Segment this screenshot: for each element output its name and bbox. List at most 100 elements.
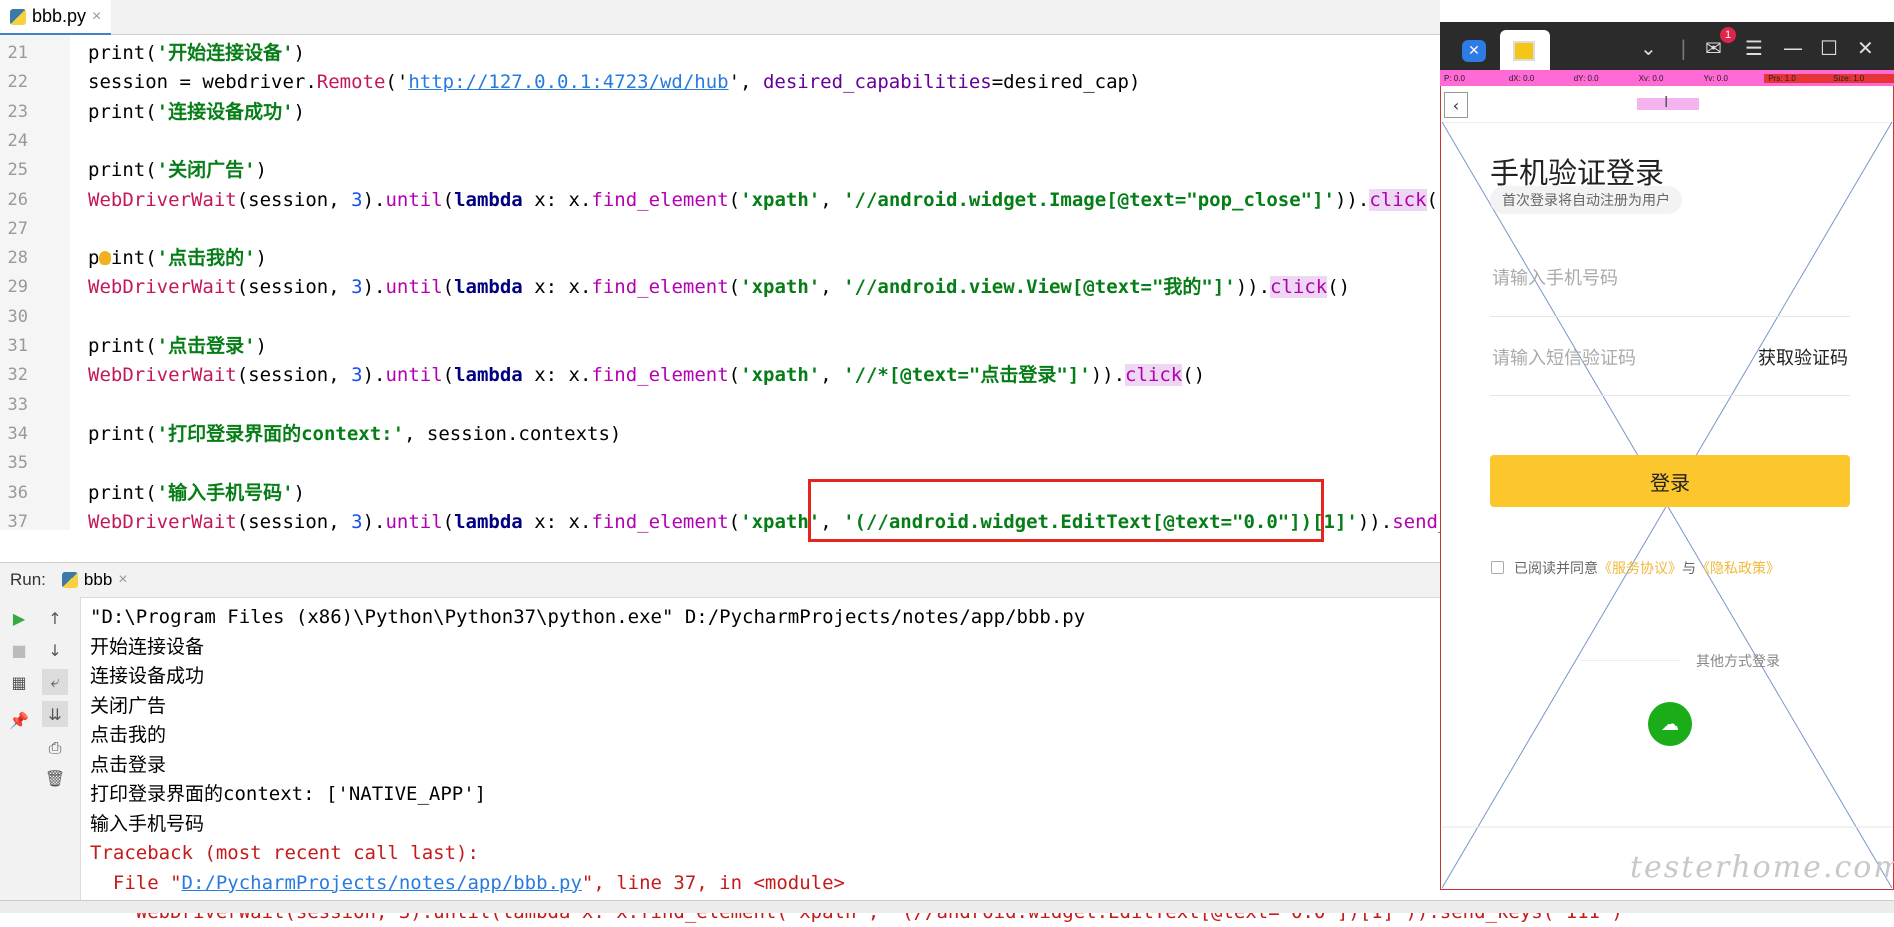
line-number: 33 xyxy=(7,394,28,415)
console-line: 打印登录界面的context: ['NATIVE_APP'] xyxy=(90,783,487,805)
sms-code-input[interactable]: 请输入短信验证码 xyxy=(1492,344,1636,370)
divider xyxy=(1490,395,1850,396)
minimize-icon[interactable]: — xyxy=(1783,36,1803,60)
line-number: 27 xyxy=(7,218,28,239)
console-line: 点击登录 xyxy=(90,753,167,776)
line-number: 34 xyxy=(7,423,28,444)
code-editor[interactable]: print('开始连接设备') session = webdriver.Remot… xyxy=(70,35,1495,533)
phone-number-input[interactable]: 请输入手机号码 xyxy=(1492,264,1618,290)
watermark: testerhome.com xyxy=(1630,850,1894,885)
run-tab-label: bbb xyxy=(83,570,113,589)
close-icon[interactable]: × xyxy=(118,571,127,589)
separator: | xyxy=(1680,36,1687,60)
trash-icon[interactable]: 🗑 xyxy=(42,765,68,791)
code-line[interactable]: print('连接设备成功') xyxy=(88,98,305,127)
line-number: 24 xyxy=(7,130,28,151)
console-error-line: File "D:/PycharmProjects/notes/app/bbb.p… xyxy=(90,871,845,894)
code-line[interactable]: WebDriverWait(session, 3).until(lambda x… xyxy=(88,186,1449,215)
line-number: 28 xyxy=(7,248,28,269)
print-icon[interactable]: ⎙ xyxy=(42,735,68,761)
agreement-text: 已阅读并同意《服务协议》与《隐私政策》 xyxy=(1514,558,1780,578)
mail-icon[interactable]: ✉ xyxy=(1705,36,1722,60)
layout-icon[interactable]: ▦ xyxy=(6,669,32,695)
line-number: 35 xyxy=(7,453,28,474)
run-toolbar: ▶ ■ ▦ 📌 ↑ ↓ ⤶ ⇊ ⎙ 🗑 xyxy=(0,597,81,912)
agree-prefix: 已阅读并同意 xyxy=(1514,560,1598,576)
stop-icon[interactable]: ■ xyxy=(6,637,32,663)
line-number: 29 xyxy=(7,277,28,298)
run-console-output[interactable]: "D:\Program Files (x86)\Python\Python37\… xyxy=(80,597,1623,923)
status-strip xyxy=(0,900,1894,913)
code-line[interactable]: WebDriverWait(session, 3).until(lambda x… xyxy=(88,361,1205,390)
line-number: 22 xyxy=(7,72,28,93)
run-panel-header: Run: bbb × xyxy=(0,562,1440,598)
agree-and: 与 xyxy=(1682,560,1696,576)
run-icon[interactable]: ▶ xyxy=(6,605,32,631)
pointer-location-bar: P: 0.0 dX: 0.0 dY: 0.0 Xv: 0.0 Yv: 0.0 P… xyxy=(1440,70,1894,86)
maximize-icon[interactable]: ☐ xyxy=(1820,36,1838,60)
line-number: 26 xyxy=(7,189,28,210)
ruler-size: Size: 1.0 xyxy=(1829,73,1894,83)
console-line: "D:\Program Files (x86)\Python\Python37\… xyxy=(90,606,1086,628)
pin-icon[interactable]: 📌 xyxy=(6,707,32,733)
code-line[interactable]: session = webdriver.Remote('http://127.0… xyxy=(88,68,1140,97)
python-file-icon xyxy=(10,8,26,25)
notification-badge: 1 xyxy=(1720,27,1736,43)
text-cursor-icon: I xyxy=(1664,94,1669,111)
ruler-xv: Xv: 0.0 xyxy=(1638,73,1664,83)
intention-bulb-icon[interactable] xyxy=(99,251,111,265)
code-line[interactable]: print('打印登录界面的context:', session.context… xyxy=(88,420,621,449)
run-label: Run: xyxy=(10,570,46,589)
code-line[interactable]: print('开始连接设备') xyxy=(88,39,305,68)
scroll-to-end-icon[interactable]: ⇊ xyxy=(42,701,68,727)
code-line[interactable]: print('点击登录') xyxy=(88,332,267,361)
code-line[interactable]: print('点击我的') xyxy=(88,244,267,273)
tab-label: bbb.py xyxy=(32,6,87,26)
code-line[interactable]: print('关闭广告') xyxy=(88,156,267,185)
agree-checkbox[interactable] xyxy=(1491,561,1504,574)
other-login-label: 其他方式登录 xyxy=(1696,653,1780,669)
line-number: 36 xyxy=(7,482,28,503)
chevron-down-icon[interactable]: ⌄ xyxy=(1640,36,1657,60)
console-line: 点击我的 xyxy=(90,724,167,746)
divider xyxy=(1580,660,1680,661)
line-number-gutter: 21 22 23 24 25 26 27 28 29 30 31 32 33 34 35 36 37 xyxy=(0,35,71,532)
divider xyxy=(1490,316,1850,317)
down-arrow-icon[interactable]: ↓ xyxy=(42,637,68,663)
console-error-line: Traceback (most recent call last): xyxy=(90,842,479,864)
line-number: 21 xyxy=(7,43,28,63)
ruler-yv: Yv: 0.0 xyxy=(1703,73,1728,83)
close-icon[interactable]: × xyxy=(92,8,101,26)
run-tab-bbb[interactable]: bbb × xyxy=(61,570,128,590)
service-agreement-link[interactable]: 《服务协议》 xyxy=(1598,560,1682,576)
ruler-dy: dY: 0.0 xyxy=(1573,73,1599,83)
editor-tab-bar: bbb.py × xyxy=(0,0,1440,36)
console-line: 关闭广告 xyxy=(90,694,167,717)
line-number: 31 xyxy=(7,336,28,356)
soft-wrap-icon[interactable]: ⤶ xyxy=(42,669,68,695)
console-line: 连接设备成功 xyxy=(90,665,205,687)
code-line[interactable]: WebDriverWait(session, 3).until(lambda x… xyxy=(88,273,1350,302)
get-code-button[interactable]: 获取验证码 xyxy=(1758,344,1848,370)
back-arrow-icon[interactable]: ‹ xyxy=(1444,92,1468,118)
annotation-red-box xyxy=(808,479,1324,542)
console-line: 开始连接设备 xyxy=(90,635,205,658)
line-number: 32 xyxy=(7,365,28,386)
ruler-p: P: 0.0 xyxy=(1444,73,1465,83)
menu-icon[interactable]: ☰ xyxy=(1745,36,1763,60)
privacy-policy-link[interactable]: 《隐私政策》 xyxy=(1696,560,1780,576)
console-line: 输入手机号码 xyxy=(90,812,205,835)
login-subtitle: 首次登录将自动注册为用户 xyxy=(1490,186,1682,214)
line-number: 23 xyxy=(7,101,28,122)
login-button[interactable]: 登录 xyxy=(1490,455,1850,507)
python-run-icon xyxy=(61,572,78,588)
app-logo-icon: ✕ xyxy=(1462,40,1486,62)
device-tab-icon xyxy=(1513,41,1535,61)
code-line[interactable]: print('输入手机号码') xyxy=(88,479,305,508)
wechat-login-icon[interactable]: ☁ xyxy=(1648,702,1692,746)
close-window-icon[interactable]: ✕ xyxy=(1857,36,1874,60)
tab-bbb-py[interactable]: bbb.py × xyxy=(0,0,112,36)
line-number: 25 xyxy=(7,160,28,181)
up-arrow-icon[interactable]: ↑ xyxy=(42,605,68,631)
ruler-dx: dX: 0.0 xyxy=(1508,73,1535,83)
